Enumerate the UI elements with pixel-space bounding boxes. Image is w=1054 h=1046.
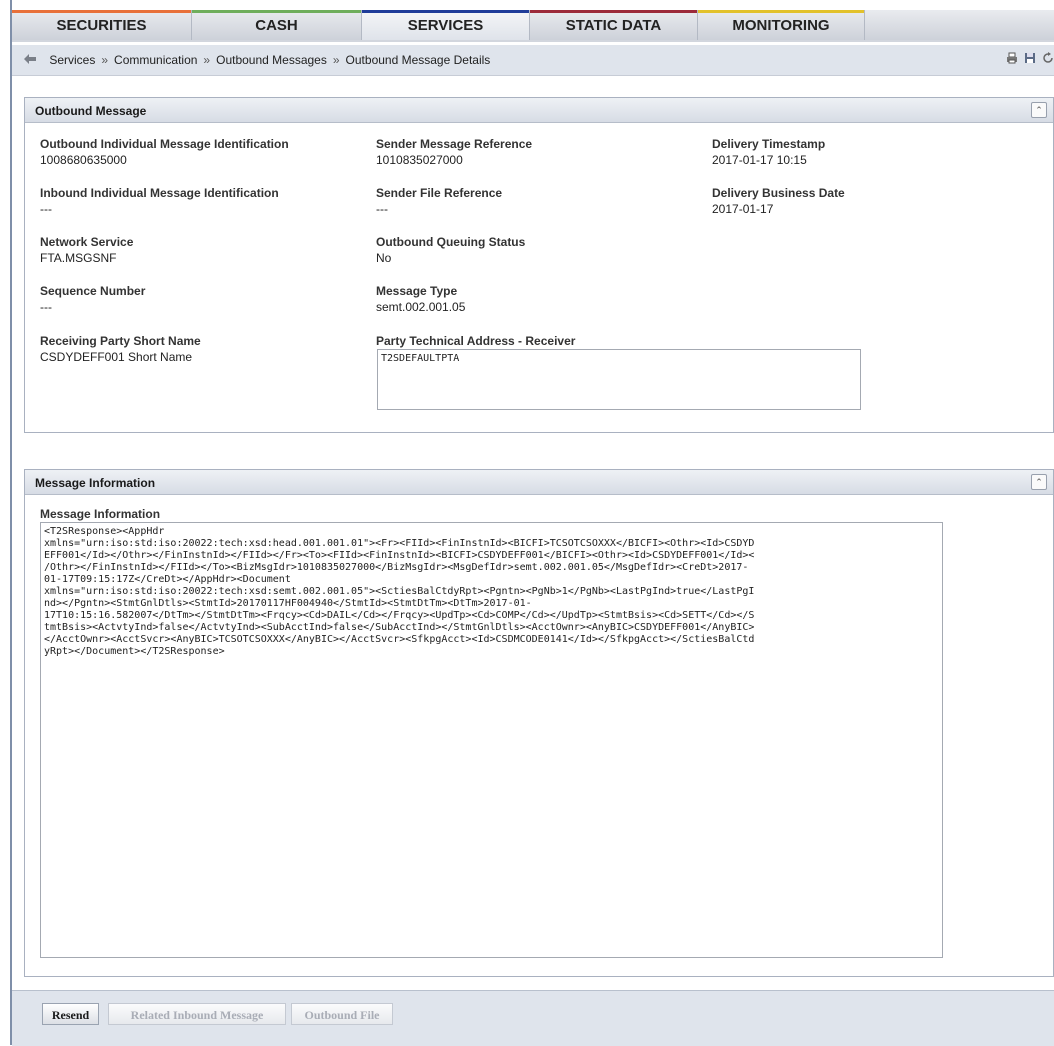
tab-color-stripe [362,10,529,13]
field-value: 2017-01-17 10:15 [712,153,807,167]
inbound-message-id-field: Inbound Individual Message Identificatio… [40,186,279,216]
message-line: tmtBsis><ActvtyInd>false</ActvtyInd><Sub… [44,622,755,633]
tab-color-stripe [12,10,191,13]
field-value: FTA.MSGSNF [40,251,117,265]
message-line: nd></Pgntn><StmtGnlDtls><StmtId>20170117… [44,598,532,609]
message-information-label: Message Information [40,507,160,521]
application-window: SECURITIES CASH SERVICES STATIC DATA MON… [10,0,1054,1046]
back-arrow-icon[interactable] [24,54,36,64]
nav-filler [865,10,1054,40]
receiving-party-short-name-field: Receiving Party Short Name CSDYDEFF001 S… [40,334,201,364]
party-technical-address-field: Party Technical Address - Receiver [376,334,575,348]
party-technical-address-textarea[interactable]: T2SDEFAULTPTA [377,349,861,410]
field-label: Sender File Reference [376,186,503,200]
breadcrumb-separator: » [101,53,109,67]
save-icon[interactable] [1024,52,1036,64]
sequence-number-field: Sequence Number --- [40,284,145,314]
outbound-message-panel: Outbound Message ⌃ Outbound Individual M… [24,97,1054,433]
panel-header: Outbound Message ⌃ [25,98,1053,123]
message-information-panel: Message Information ⌃ Message Informatio… [24,469,1054,977]
tab-services[interactable]: SERVICES [362,10,530,40]
tab-monitoring[interactable]: MONITORING [698,10,865,40]
message-information-textarea[interactable]: <T2SResponse><AppHdr xmlns="urn:iso:std:i… [40,522,943,958]
print-icon[interactable] [1006,52,1018,64]
breadcrumb-item-services[interactable]: Services [49,53,95,67]
field-value: 1008680635000 [40,153,127,167]
breadcrumb-separator: » [332,53,340,67]
tab-label: CASH [255,17,298,34]
field-label: Message Information [40,507,161,521]
field-label: Delivery Business Date [712,186,845,200]
outbound-message-id-field: Outbound Individual Message Identificati… [40,137,289,167]
tab-label: SERVICES [407,17,484,34]
message-line: EFF001</Id></Othr></FinInstnId></FIId></… [44,550,755,561]
tab-label: MONITORING [732,17,830,34]
message-type-field: Message Type semt.002.001.05 [376,284,465,314]
main-navigation: SECURITIES CASH SERVICES STATIC DATA MON… [12,10,1054,42]
tab-static-data[interactable]: STATIC DATA [530,10,698,40]
tab-color-stripe [530,10,697,13]
field-label: Inbound Individual Message Identificatio… [40,186,279,200]
message-line: </AcctOwnr><AcctSvcr><AnyBIC>TCSOTCSOXXX… [44,634,755,645]
panel-title: Outbound Message [35,104,147,118]
breadcrumb-separator: » [203,53,211,67]
field-value: --- [376,202,388,216]
message-line: xmlns="urn:iso:std:iso:20022:tech:xsd:se… [44,586,755,597]
field-label: Delivery Timestamp [712,137,826,151]
breadcrumb-item-communication[interactable]: Communication [114,53,197,67]
field-value: CSDYDEFF001 Short Name [40,350,193,364]
delivery-business-date-field: Delivery Business Date 2017-01-17 [712,186,845,216]
message-line: /Othr></FinInstnId></FIId></To><BizMsgId… [44,562,749,573]
sender-message-reference-field: Sender Message Reference 1010835027000 [376,137,532,167]
field-value: No [376,251,392,265]
network-service-field: Network Service FTA.MSGSNF [40,235,133,265]
tab-securities[interactable]: SECURITIES [12,10,192,40]
field-label: Receiving Party Short Name [40,334,201,348]
breadcrumb-item-current: Outbound Message Details [345,53,491,67]
sender-file-reference-field: Sender File Reference --- [376,186,502,216]
collapse-icon[interactable]: ⌃ [1031,102,1047,118]
outbound-queuing-status-field: Outbound Queuing Status No [376,235,525,265]
field-label: Sender Message Reference [376,137,533,151]
textarea-value: T2SDEFAULTPTA [381,353,460,364]
resend-button[interactable]: Resend [42,1003,99,1025]
toolbar-icons [1006,52,1054,64]
field-label: Outbound Individual Message Identificati… [40,137,289,151]
panel-title: Message Information [35,476,156,490]
field-value: --- [40,300,52,314]
collapse-icon[interactable]: ⌃ [1031,474,1047,490]
message-line: 17T10:15:16.582007</DtTm></StmtDtTm><Frq… [44,610,755,621]
panel-header: Message Information ⌃ [25,470,1053,495]
field-value: 1010835027000 [376,153,463,167]
related-inbound-message-button[interactable]: Related Inbound Message [108,1003,286,1025]
tab-label: SECURITIES [56,17,147,34]
field-label: Outbound Queuing Status [376,235,526,249]
breadcrumb-bar: Services » Communication » Outbound Messages… [12,45,1054,76]
field-label: Message Type [376,284,458,298]
field-label: Sequence Number [40,284,146,298]
refresh-icon[interactable] [1042,52,1054,64]
field-value: semt.002.001.05 [376,300,466,314]
breadcrumb-item-outbound-messages[interactable]: Outbound Messages [216,53,327,67]
message-line: <T2SResponse><AppHdr [44,526,165,537]
tab-color-stripe [698,10,864,13]
tab-label: STATIC DATA [565,17,662,34]
tab-color-stripe [192,10,361,13]
tab-cash[interactable]: CASH [192,10,362,40]
field-label: Party Technical Address - Receiver [376,334,576,348]
delivery-timestamp-field: Delivery Timestamp 2017-01-17 10:15 [712,137,825,167]
breadcrumb: Services » Communication » Outbound Messages… [24,53,490,67]
message-line: xmlns="urn:iso:std:iso:20022:tech:xsd:he… [44,538,755,549]
message-line: yRpt></Document></T2SResponse> [44,646,225,657]
field-value: 2017-01-17 [712,202,774,216]
field-label: Network Service [40,235,134,249]
outbound-file-button[interactable]: Outbound File [291,1003,393,1025]
message-line: 01-17T09:15:17Z</CreDt></AppHdr><Documen… [44,574,291,585]
field-value: --- [40,202,52,216]
